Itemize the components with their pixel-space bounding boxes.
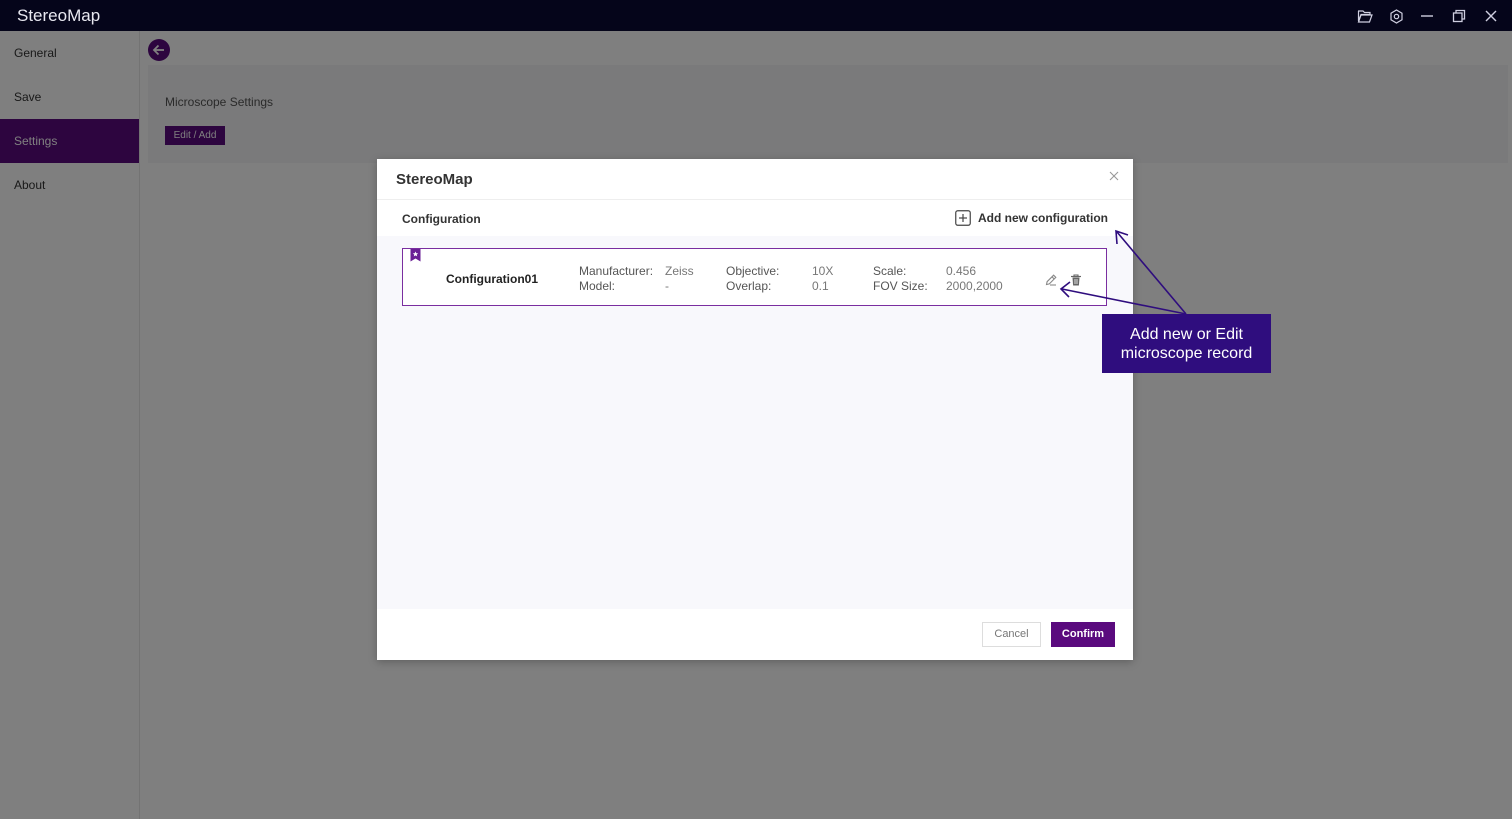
scale-label: Scale:	[873, 264, 907, 278]
folder-open-icon[interactable]	[1356, 7, 1374, 25]
configuration-card[interactable]: Configuration01 Manufacturer: Zeiss Mode…	[402, 248, 1107, 306]
annotation-callout: Add new or Edit microscope record	[1102, 314, 1271, 373]
app-title: StereoMap	[17, 6, 101, 25]
model-label: Model:	[579, 279, 616, 293]
settings-icon[interactable]	[1387, 7, 1405, 25]
minimize-icon[interactable]	[1418, 7, 1436, 25]
edit-icon[interactable]	[1044, 273, 1058, 287]
bookmark-icon	[410, 249, 421, 267]
cancel-button[interactable]: Cancel	[982, 622, 1041, 647]
manufacturer-label: Manufacturer:	[579, 264, 654, 278]
model-value: -	[665, 279, 669, 293]
restore-icon[interactable]	[1450, 7, 1468, 25]
objective-value: 10X	[812, 264, 834, 278]
annotation-line-2: microscope record	[1120, 345, 1253, 362]
dialog-title: StereoMap	[396, 171, 473, 188]
overlap-value: 0.1	[812, 279, 829, 293]
dialog-divider	[377, 199, 1133, 200]
title-bar: StereoMap	[0, 0, 1512, 31]
close-window-icon[interactable]	[1482, 7, 1500, 25]
configuration-name: Configuration01	[446, 272, 538, 286]
objective-label: Objective:	[726, 264, 780, 278]
manufacturer-value: Zeiss	[665, 264, 694, 278]
plus-square-icon	[955, 210, 971, 226]
overlap-label: Overlap:	[726, 279, 772, 293]
close-icon[interactable]	[1107, 169, 1121, 183]
fov-size-label: FOV Size:	[873, 279, 928, 293]
add-new-configuration-label: Add new configuration	[978, 211, 1108, 225]
configuration-list: Configuration01 Manufacturer: Zeiss Mode…	[377, 236, 1133, 609]
annotation-line-1: Add new or Edit	[1130, 326, 1243, 343]
fov-size-value: 2000,2000	[946, 279, 1003, 293]
configuration-dialog: StereoMap Configuration Add new configur…	[377, 159, 1133, 660]
configuration-label: Configuration	[402, 212, 481, 226]
scale-value: 0.456	[946, 264, 977, 278]
add-new-configuration-button[interactable]: Add new configuration	[955, 209, 1108, 227]
confirm-button[interactable]: Confirm	[1051, 622, 1115, 647]
delete-icon[interactable]	[1069, 273, 1083, 287]
